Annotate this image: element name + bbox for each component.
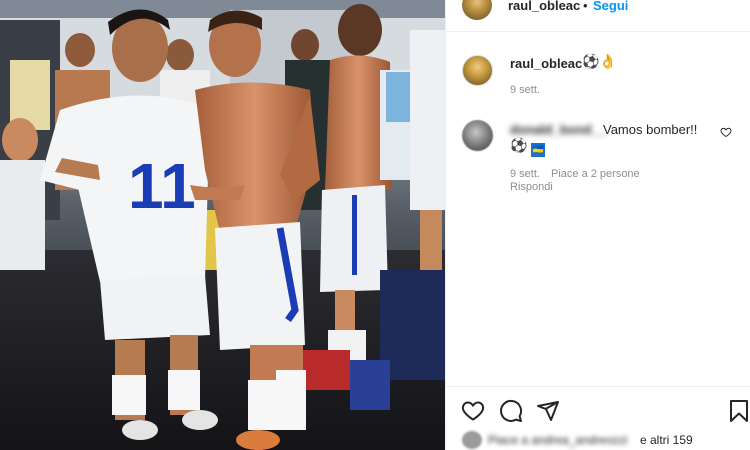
heart-icon [461, 401, 485, 421]
comment-reply-button[interactable]: Rispondi [510, 181, 553, 193]
caption-timestamp[interactable]: 9 sett. [510, 84, 540, 96]
header-separator: • [583, 0, 588, 13]
others-likes-count[interactable]: e altri 159 [640, 433, 693, 447]
comment-emoji: ⚽ 🇺🇦 [510, 138, 546, 157]
comment-text: Vamos bomber!! [603, 122, 698, 137]
liker-name[interactable]: Piace a andrea_andreozzi [488, 433, 627, 447]
caption-username[interactable]: raul_obleac [510, 56, 582, 71]
post-header: raul_obleac • Segui [446, 0, 750, 32]
save-button[interactable] [727, 399, 750, 423]
header-username[interactable]: raul_obleac [508, 0, 580, 13]
comment-timestamp[interactable]: 9 sett. [510, 168, 540, 180]
comment-username[interactable]: donald_bond__ [510, 122, 606, 137]
flag-emoji: 🇺🇦 [531, 143, 546, 157]
like-button[interactable] [461, 399, 485, 423]
bookmark-icon [730, 400, 748, 422]
soccer-ball-emoji: ⚽ [510, 138, 528, 154]
share-button[interactable] [536, 399, 560, 423]
comment-button[interactable] [499, 399, 523, 423]
likes-summary[interactable]: Piace a andrea_andreozzi e altri 159 [462, 431, 750, 449]
send-icon [537, 401, 559, 421]
comment-like-heart-icon[interactable] [720, 126, 732, 138]
post-photo[interactable]: 11 [0, 0, 445, 450]
caption-text: ⚽👌 [582, 54, 617, 70]
header-avatar[interactable] [462, 0, 492, 20]
comment-likes-count[interactable]: Piace a 2 persone [551, 168, 640, 180]
caption-avatar[interactable] [462, 55, 493, 86]
locker-room-image: 11 [0, 0, 445, 450]
liker-avatar [462, 431, 482, 449]
comment-icon [500, 399, 523, 422]
comment-avatar[interactable] [462, 120, 493, 151]
jersey-number: 11 [128, 150, 196, 222]
follow-button[interactable]: Segui [593, 0, 628, 13]
post-side-panel: raul_obleac • Segui raul_obleac ⚽👌 9 set… [445, 0, 750, 450]
